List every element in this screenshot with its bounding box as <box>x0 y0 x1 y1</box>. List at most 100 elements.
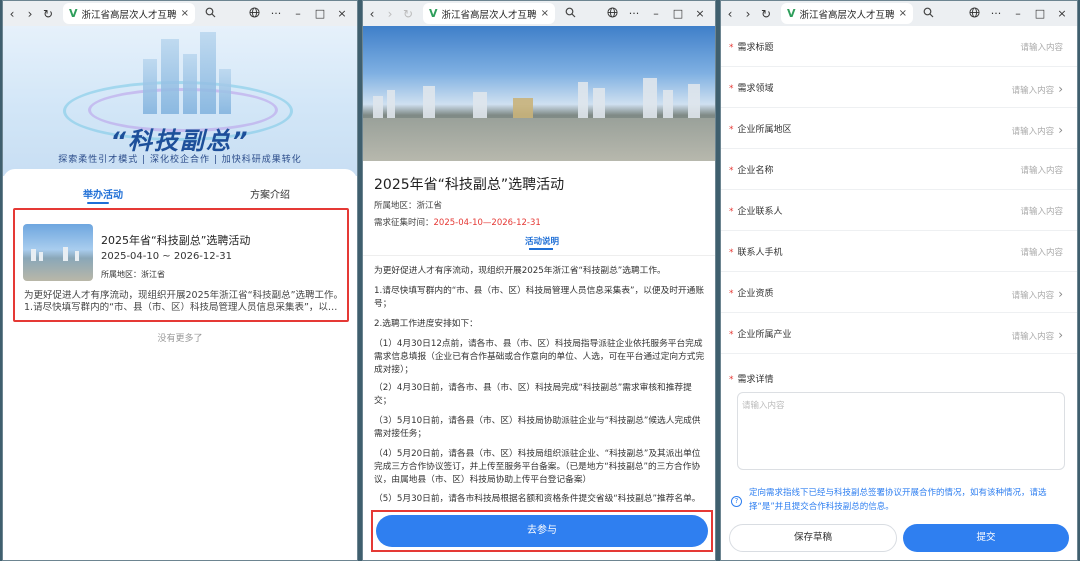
tab-activities[interactable]: 举办活动 <box>83 186 123 201</box>
back-icon[interactable]: ‹ <box>3 7 21 21</box>
required-mark: * <box>729 84 734 94</box>
field-label: * 企业所属地区 <box>729 122 792 135</box>
description-paragraph: （5）5月30日前，请各市科技局根据名额和资格条件提交省级“科技副总”推荐名单。 <box>374 494 701 504</box>
field-input[interactable]: 请输入内容 <box>1020 164 1063 176</box>
back-icon[interactable]: ‹ <box>363 7 381 21</box>
field-label-text: 企业资质 <box>737 289 774 299</box>
tab-plan-intro[interactable]: 方案介绍 <box>250 186 290 201</box>
description-paragraph: （3）5月10日前，请各县（市、区）科技局协助派驻企业与“科技副总”候选人完成供… <box>374 416 701 439</box>
more-menu-icon[interactable]: ··· <box>623 7 645 20</box>
field-input[interactable]: 请输入内容 › <box>1012 82 1063 96</box>
activity-title: 2025年省“科技副总”选聘活动 <box>101 234 251 247</box>
forward-icon[interactable]: › <box>21 7 39 21</box>
maximize-icon[interactable]: □ <box>1029 7 1051 20</box>
building-graphic <box>219 69 231 114</box>
demand-detail-textarea[interactable]: 请输入内容 <box>737 392 1065 470</box>
building-graphic <box>200 32 216 114</box>
required-mark: * <box>729 375 734 385</box>
detail-label: * 需求详情 <box>729 372 774 385</box>
form-field-row[interactable]: * 企业所属产业 请输入内容 › <box>721 313 1077 354</box>
tab-activity-description[interactable]: 活动说明 <box>525 235 559 247</box>
form-field-row[interactable]: * 企业所属地区 请输入内容 › <box>721 108 1077 149</box>
close-window-icon[interactable]: × <box>1051 7 1073 20</box>
field-input[interactable]: 请输入内容 <box>1020 205 1063 217</box>
field-label: * 需求领域 <box>729 81 774 94</box>
field-placeholder: 请输入内容 <box>1020 207 1063 217</box>
forward-icon[interactable]: › <box>381 7 399 21</box>
search-icon[interactable] <box>923 7 934 21</box>
more-menu-icon[interactable]: ··· <box>985 7 1007 20</box>
minimize-icon[interactable]: – <box>1007 7 1029 20</box>
field-label-text: 企业联系人 <box>737 207 783 217</box>
field-label-text: 企业所属产业 <box>737 330 792 340</box>
save-draft-button[interactable]: 保存草稿 <box>729 524 897 552</box>
activity-card[interactable]: 2025年省“科技副总”选聘活动 2025-04-10 ~ 2026-12-31… <box>13 208 349 322</box>
maximize-icon[interactable]: □ <box>309 7 331 20</box>
activity-description: 为更好促进人才有序流动，现组织开展2025年浙江省“科技副总”选聘工作。 1.请… <box>24 290 344 314</box>
field-label: * 企业名称 <box>729 163 774 176</box>
field-label: * 企业联系人 <box>729 204 783 217</box>
forward-icon[interactable]: › <box>739 7 757 21</box>
close-window-icon[interactable]: × <box>689 7 711 20</box>
detail-label-text: 需求详情 <box>737 375 774 385</box>
search-icon[interactable] <box>565 7 576 21</box>
description-paragraph: （2）4月30日前，请各市、县（市、区）科技局完成“科技副总”需求审核和推荐提交… <box>374 383 692 406</box>
form-field-row[interactable]: * 企业联系人 请输入内容 <box>721 190 1077 231</box>
close-tab-icon[interactable]: × <box>541 8 549 19</box>
hero-title: “科技副总” <box>110 127 250 155</box>
submit-button[interactable]: 提交 <box>903 524 1069 552</box>
required-mark: * <box>729 125 734 135</box>
close-tab-icon[interactable]: × <box>181 8 189 19</box>
more-menu-icon[interactable]: ··· <box>265 7 287 20</box>
question-icon: ? <box>731 496 742 507</box>
form-field-row[interactable]: * 需求标题 请输入内容 <box>721 26 1077 67</box>
minimize-icon[interactable]: – <box>645 7 667 20</box>
field-input[interactable]: 请输入内容 <box>1020 41 1063 53</box>
description-paragraph: （1）4月30日12点前，请各市、县（市、区）科技局指导派驻企业依托服务平台完成… <box>374 339 705 375</box>
globe-icon[interactable] <box>243 6 265 21</box>
reload-icon[interactable]: ↻ <box>399 7 417 21</box>
description-paragraph: 2.选聘工作进度安排如下： <box>374 319 478 329</box>
activity-date-range: 2025-04-10 ~ 2026-12-31 <box>101 251 232 262</box>
minimize-icon[interactable]: – <box>287 7 309 20</box>
globe-icon[interactable] <box>963 6 985 21</box>
field-placeholder: 请输入内容 <box>1020 43 1063 53</box>
required-mark: * <box>729 166 734 176</box>
maximize-icon[interactable]: □ <box>667 7 689 20</box>
tab-title: 浙江省高层次人才互聘共享 <box>441 9 537 21</box>
reload-icon[interactable]: ↻ <box>39 7 57 21</box>
field-label-text: 需求标题 <box>737 43 774 53</box>
notice-text: 定向需求指线下已经与科技副总签署协议开展合作的情况，如有该种情况，请选择“是”并… <box>749 488 1047 512</box>
browser-window-demand-form: ‹ › ↻ V 浙江省高层次人才互聘共享 × ··· – □ × *需求标题请输… <box>720 0 1078 561</box>
field-input[interactable]: 请输入内容 › <box>1012 328 1063 342</box>
building-graphic <box>143 59 157 114</box>
activity-area: 所属地区：浙江省 <box>101 270 165 279</box>
globe-icon[interactable] <box>601 6 623 21</box>
browser-toolbar: ‹ › ↻ V 浙江省高层次人才互聘共享 × ··· – □ × <box>3 1 357 26</box>
highlight-box: 去参与 <box>371 510 713 552</box>
field-input[interactable]: 请输入内容 › <box>1012 287 1063 301</box>
field-label-text: 需求领域 <box>737 84 774 94</box>
field-input[interactable]: 请输入内容 › <box>1012 123 1063 137</box>
back-icon[interactable]: ‹ <box>721 7 739 21</box>
close-window-icon[interactable]: × <box>331 7 353 20</box>
search-icon[interactable] <box>205 7 216 21</box>
detail-period: 需求征集时间：2025-04-10—2026-12-31 <box>374 216 541 228</box>
form-field-row[interactable]: * 企业名称 请输入内容 <box>721 149 1077 190</box>
browser-tab[interactable]: V 浙江省高层次人才互聘共享 × <box>63 3 195 24</box>
no-more-text: 没有更多了 <box>157 334 203 344</box>
field-label-text: 企业所属地区 <box>737 125 792 135</box>
browser-tab[interactable]: V 浙江省高层次人才互聘共享 × <box>781 3 913 24</box>
close-tab-icon[interactable]: × <box>899 8 907 19</box>
join-button[interactable]: 去参与 <box>376 515 708 547</box>
reload-icon[interactable]: ↻ <box>757 7 775 21</box>
field-placeholder: 请输入内容 <box>1011 291 1055 301</box>
active-tab-indicator <box>529 248 553 250</box>
field-label: * 企业资质 <box>729 286 774 299</box>
field-input[interactable]: 请输入内容 <box>1020 246 1063 258</box>
field-label: * 需求标题 <box>729 40 774 53</box>
form-field-row[interactable]: * 企业资质 请输入内容 › <box>721 272 1077 313</box>
browser-tab[interactable]: V 浙江省高层次人才互聘共享 × <box>423 3 555 24</box>
form-field-row[interactable]: * 需求领域 请输入内容 › <box>721 67 1077 108</box>
form-field-row[interactable]: * 联系人手机 请输入内容 <box>721 231 1077 272</box>
